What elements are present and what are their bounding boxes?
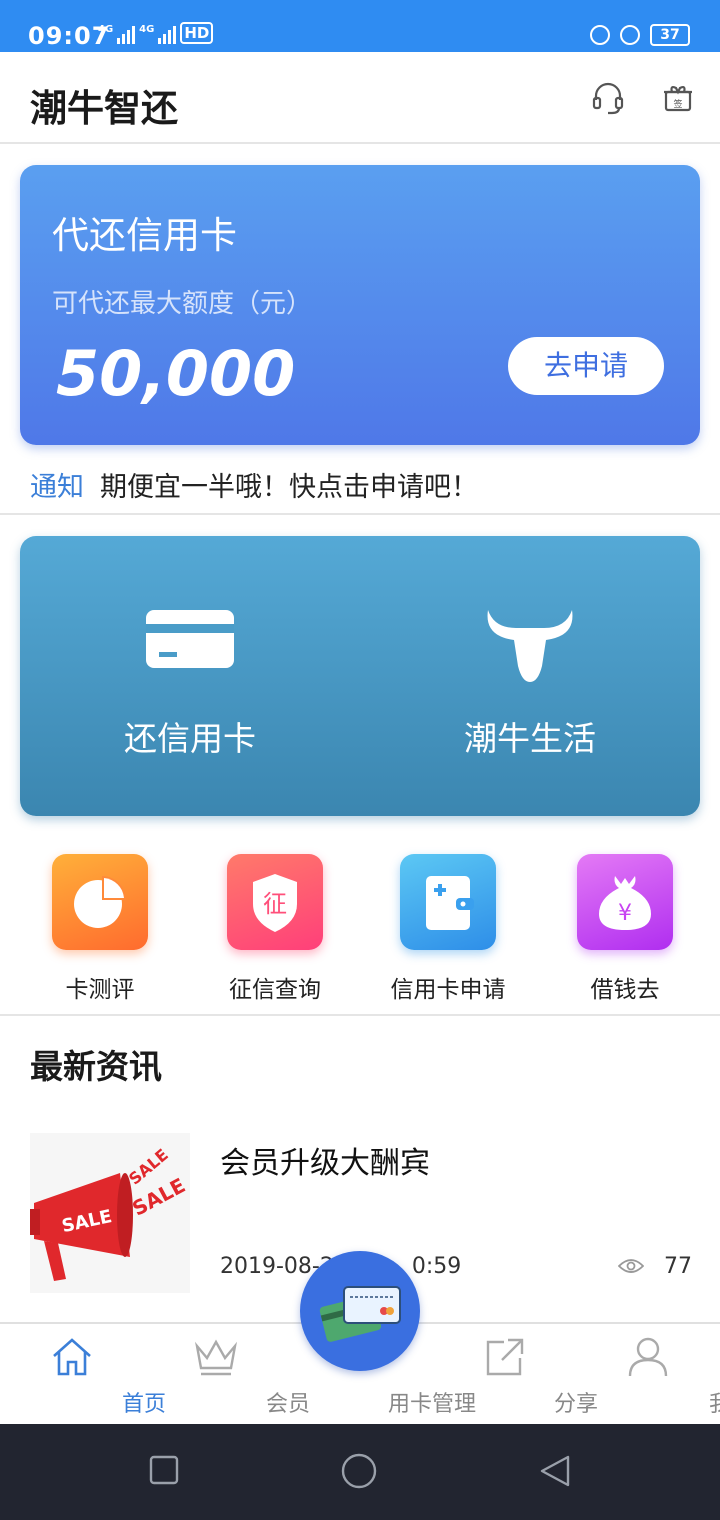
rotation-lock-icon <box>590 25 610 45</box>
apply-button[interactable]: 去申请 <box>508 337 664 395</box>
credit-card-icon <box>145 608 235 674</box>
app-title: 潮牛智还 <box>30 87 178 130</box>
nav-label: 我 <box>708 1392 720 1417</box>
svg-text:签: 签 <box>673 98 682 110</box>
max-amount: 50,000 <box>56 337 296 410</box>
service-label: 潮牛生活 <box>464 719 596 758</box>
headset-icon[interactable] <box>590 80 626 116</box>
app-header: 潮牛智还 签 <box>0 52 720 144</box>
eye-icon <box>617 1257 645 1279</box>
alarm-icon <box>620 25 640 45</box>
quick-credit-query[interactable]: 征 征信查询 <box>200 854 350 1004</box>
nav-share[interactable]: 分享 <box>432 1324 598 1426</box>
notice-bar[interactable]: 通知 期便宜一半哦！快点击申请吧！ <box>0 455 720 515</box>
status-bar: 09:07 4G 4G HD 37 <box>0 0 720 52</box>
money-bag-icon: ¥ <box>577 854 673 950</box>
bull-head-icon <box>484 606 576 688</box>
hd-icon: HD <box>180 22 214 44</box>
notice-label: 通知 <box>30 472 84 503</box>
svg-text:征: 征 <box>263 890 287 918</box>
quick-actions: 卡测评 征 征信查询 信用卡申请 ¥ 借钱去 <box>0 836 720 1016</box>
quick-label: 借钱去 <box>590 977 660 1003</box>
service-label: 还信用卡 <box>124 719 256 758</box>
news-thumbnail: SALE SALE SALE <box>30 1133 190 1293</box>
signal-indicators: 4G 4G HD <box>98 22 214 44</box>
repay-card-subtitle: 可代还最大额度（元） <box>52 289 313 319</box>
user-icon <box>626 1334 670 1382</box>
news-section-title: 最新资讯 <box>30 1047 162 1086</box>
crown-icon <box>193 1334 239 1382</box>
service-repay-card[interactable]: 还信用卡 <box>20 536 360 816</box>
gift-sign-icon[interactable]: 签 <box>660 80 696 116</box>
pie-chart-icon <box>52 854 148 950</box>
system-navigation-bar <box>0 1424 720 1520</box>
service-life[interactable]: 潮牛生活 <box>360 536 700 816</box>
nav-me[interactable]: 我 <box>576 1324 720 1426</box>
quick-card-review[interactable]: 卡测评 <box>25 854 175 1004</box>
signal-icon: 4G <box>139 24 177 44</box>
wallet-icon <box>400 854 496 950</box>
quick-label: 卡测评 <box>65 977 135 1003</box>
share-icon <box>482 1334 526 1382</box>
service-card: 还信用卡 潮牛生活 <box>20 536 700 816</box>
quick-borrow[interactable]: ¥ 借钱去 <box>550 854 700 1004</box>
news-view-count: 77 <box>664 1254 692 1279</box>
card-manage-fab[interactable] <box>300 1251 420 1371</box>
notice-text: 期便宜一半哦！快点击申请吧！ <box>100 472 478 503</box>
home-icon <box>50 1334 94 1382</box>
recent-apps-icon[interactable] <box>148 1454 180 1490</box>
repay-credit-card-banner[interactable]: 代还信用卡 可代还最大额度（元） 50,000 去申请 <box>20 165 700 445</box>
nav-home[interactable]: 首页 <box>0 1324 166 1426</box>
battery-icon: 37 <box>650 24 690 46</box>
news-headline: 会员升级大酬宾 <box>220 1146 430 1181</box>
svg-text:¥: ¥ <box>618 901 632 926</box>
nav-member[interactable]: 会员 <box>144 1324 310 1426</box>
signal-icon: 4G <box>98 24 136 44</box>
repay-card-title: 代还信用卡 <box>52 214 237 257</box>
quick-card-apply[interactable]: 信用卡申请 <box>373 854 523 1004</box>
quick-label: 信用卡申请 <box>390 977 506 1003</box>
shield-zheng-icon: 征 <box>227 854 323 950</box>
quick-label: 征信查询 <box>229 977 321 1003</box>
cards-icon <box>318 1281 402 1347</box>
back-icon[interactable] <box>538 1454 572 1492</box>
status-right-icons: 37 <box>590 24 690 46</box>
home-circle-icon[interactable] <box>340 1452 378 1494</box>
